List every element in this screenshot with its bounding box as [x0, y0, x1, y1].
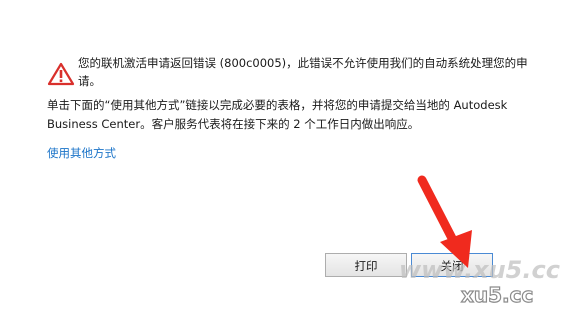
error-message-line1: 您的联机激活申请返回错误 (800c0005)，此错误不允许使用我们的自动系统处…	[78, 56, 528, 70]
instruction-text-line1: 单击下面的“使用其他方式”链接以完成必要的表格，并将您的申请提交给当地的 Aut…	[47, 98, 508, 112]
error-message-line2: 请。	[78, 74, 101, 88]
watermark-text-secondary: xu5.cc	[461, 283, 533, 307]
warning-icon	[47, 62, 75, 86]
activation-error-dialog: 您的联机激活申请返回错误 (800c0005)，此错误不允许使用我们的自动系统处…	[0, 0, 566, 316]
close-button[interactable]: 关闭	[411, 253, 493, 277]
instruction-text-line2: Business Center。客户服务代表将在接下来的 2 个工作日内做出响应…	[47, 117, 420, 131]
use-other-method-link[interactable]: 使用其他方式	[47, 145, 116, 161]
print-button[interactable]: 打印	[325, 253, 407, 277]
